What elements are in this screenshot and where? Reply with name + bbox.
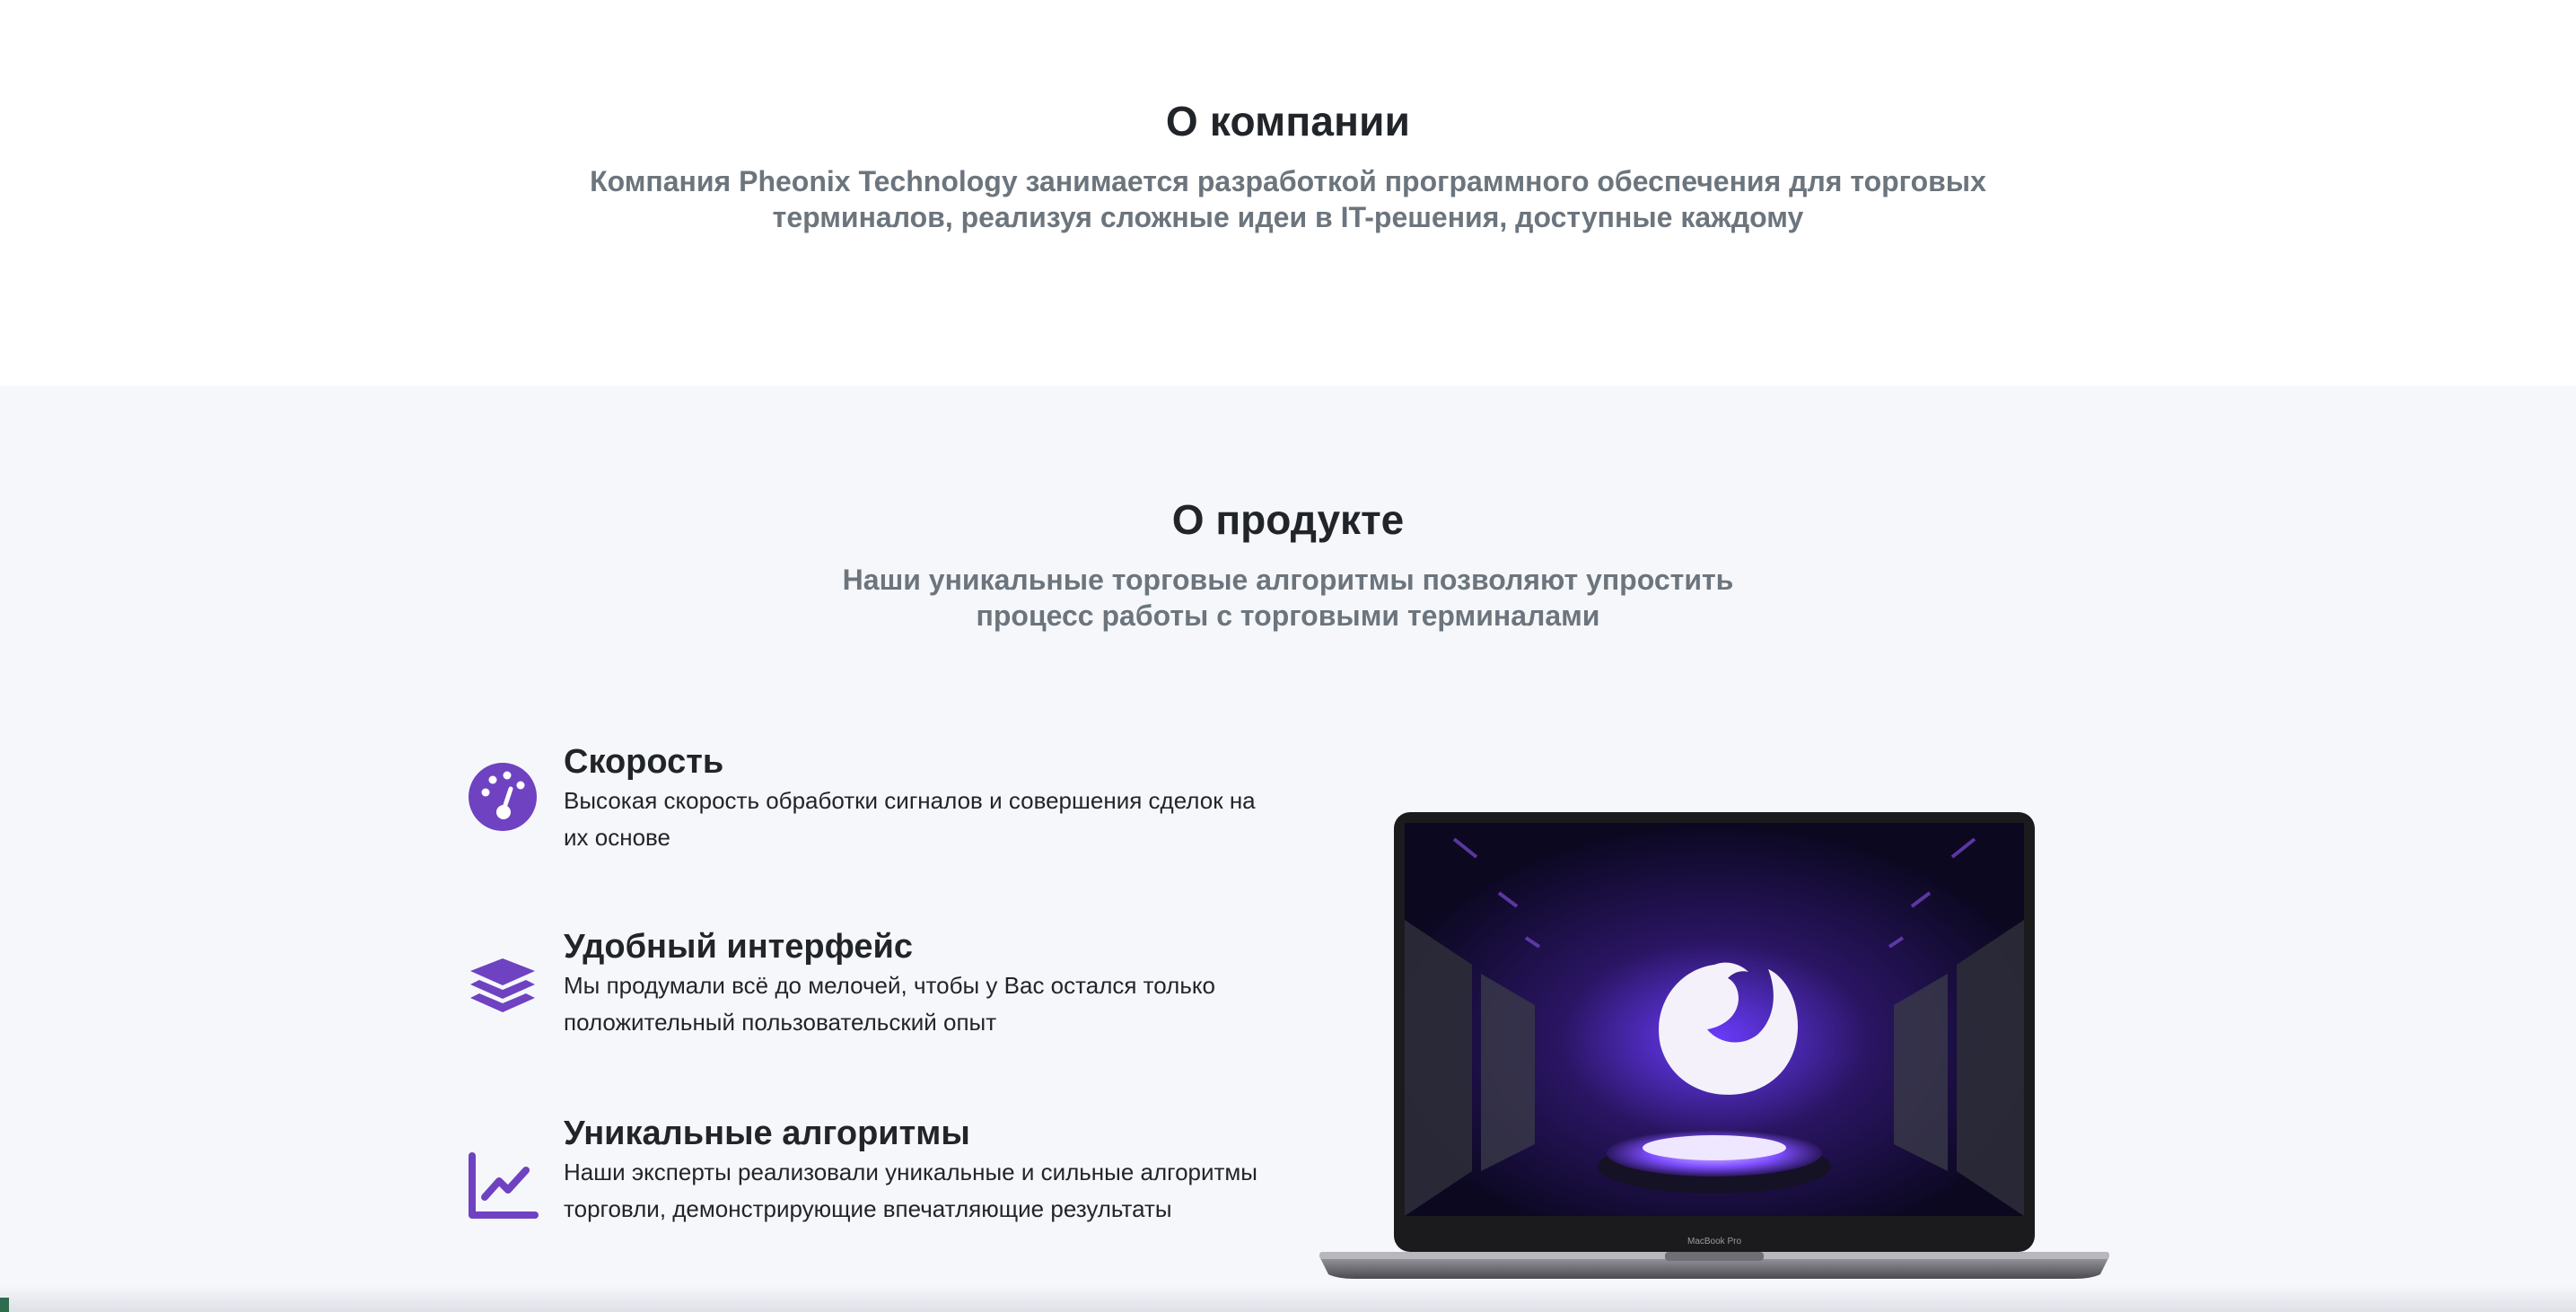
laptop-label: MacBook Pro (1687, 1237, 1741, 1246)
laptop-image: MacBook Pro (1319, 812, 2109, 1279)
company-section: О компании Компания Pheonix Technology з… (0, 0, 2576, 386)
product-section: О продукте Наши уникальные торговые алго… (0, 386, 2576, 1312)
company-title: О компании (1165, 98, 1411, 144)
bottom-edge (0, 1298, 9, 1312)
feature-text: Высокая скорость обработки сигналов и со… (564, 787, 1256, 851)
product-title: О продукте (1171, 496, 1405, 543)
company-description: Компания Pheonix Technology занимается р… (590, 165, 1986, 233)
line-chart-icon (467, 1150, 539, 1222)
bottom-shadow (0, 1285, 2576, 1312)
layers-icon (467, 951, 539, 1023)
feature-title: Уникальные алгоритмы (564, 1115, 970, 1152)
feature-title: Скорость (564, 743, 724, 781)
product-description: Наши уникальные торговые алгоритмы позво… (842, 564, 1734, 632)
feature-title: Удобный интерфейс (564, 928, 914, 966)
feature-text: Наши эксперты реализовали уникальные и с… (564, 1159, 1257, 1222)
feature-text: Мы продумали всё до мелочей, чтобы у Вас… (564, 972, 1216, 1036)
speedometer-icon (467, 761, 539, 833)
